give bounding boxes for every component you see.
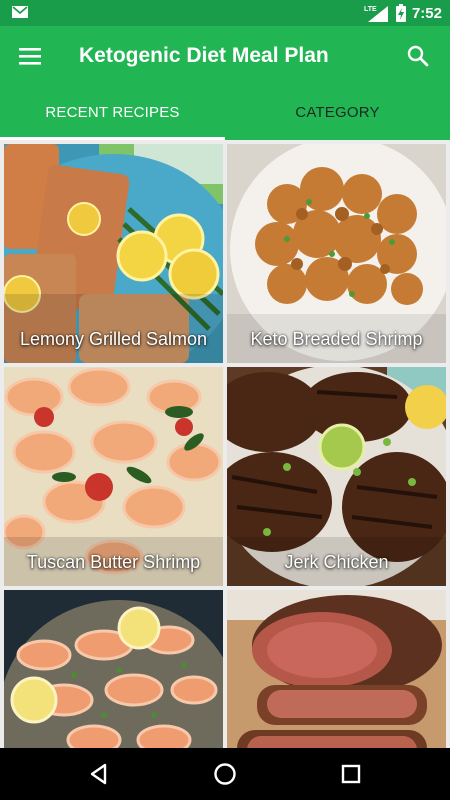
app-bar: Ketogenic Diet Meal Plan bbox=[0, 26, 450, 86]
recipe-card[interactable]: Jerk Chicken bbox=[227, 367, 446, 586]
lte-label: LTE bbox=[364, 6, 377, 13]
recipe-card[interactable]: Tuscan Butter Shrimp bbox=[4, 367, 223, 586]
hamburger-menu-icon[interactable] bbox=[18, 45, 42, 67]
tab-bar: RECENT RECIPES CATEGORY bbox=[0, 86, 450, 140]
recipe-card[interactable] bbox=[4, 590, 223, 748]
home-icon[interactable] bbox=[212, 761, 238, 787]
app-title: Ketogenic Diet Meal Plan bbox=[79, 44, 329, 67]
status-time: 7:52 bbox=[411, 4, 442, 22]
recipe-title: Lemony Grilled Salmon bbox=[19, 329, 208, 349]
lte-signal-icon: LTE bbox=[364, 6, 388, 22]
battery-charging-icon bbox=[395, 4, 406, 22]
recipe-card[interactable]: Lemony Grilled Salmon bbox=[4, 144, 223, 363]
status-icons: LTE 7:52 bbox=[364, 3, 442, 23]
recipe-grid: Lemony Grilled Salmon Keto Breaded Shrim… bbox=[0, 140, 450, 748]
system-nav-bar bbox=[0, 748, 450, 800]
status-bar: LTE 7:52 bbox=[0, 0, 450, 26]
recent-apps-icon[interactable] bbox=[338, 761, 364, 787]
roast-beef-photo bbox=[227, 590, 446, 748]
recipe-title: Jerk Chicken bbox=[284, 552, 389, 572]
back-icon[interactable] bbox=[86, 761, 112, 787]
gmail-icon bbox=[12, 6, 28, 18]
recipe-title: Keto Breaded Shrimp bbox=[250, 329, 423, 349]
garlic-shrimp-photo bbox=[4, 590, 223, 748]
tab-recent-recipes[interactable]: RECENT RECIPES bbox=[0, 86, 225, 140]
tab-category-label: CATEGORY bbox=[295, 104, 380, 121]
search-icon[interactable] bbox=[406, 44, 430, 68]
tab-recent-recipes-label: RECENT RECIPES bbox=[45, 104, 180, 121]
recipe-card[interactable]: Keto Breaded Shrimp bbox=[227, 144, 446, 363]
tab-category[interactable]: CATEGORY bbox=[225, 86, 450, 140]
recipe-title: Tuscan Butter Shrimp bbox=[26, 552, 201, 572]
recipe-card[interactable] bbox=[227, 590, 446, 748]
